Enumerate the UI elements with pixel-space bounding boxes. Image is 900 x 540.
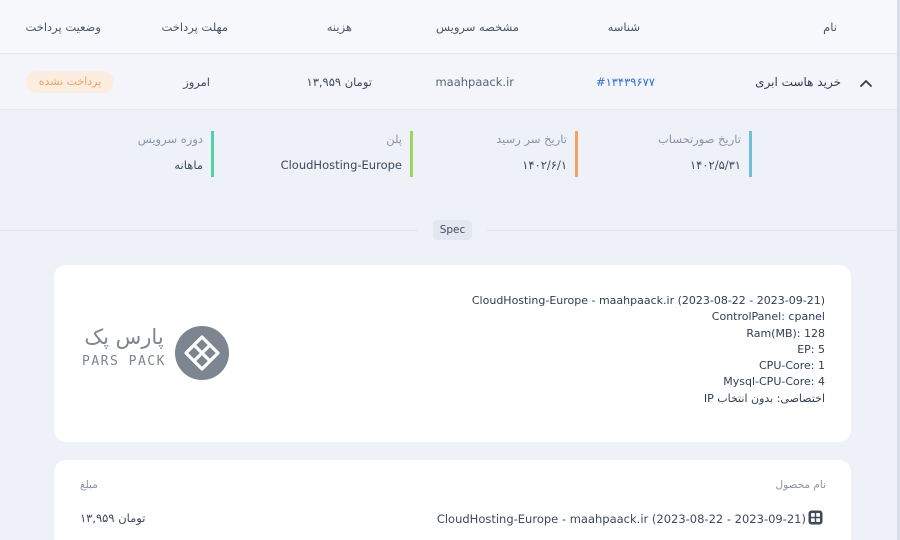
logo-text-en: PARS PACK bbox=[82, 354, 166, 369]
detail-value: ماهانه bbox=[174, 158, 203, 172]
product-icon bbox=[808, 510, 823, 525]
spec-card: CloudHosting-Europe - maahpaack.ir (2023… bbox=[54, 265, 851, 442]
detail-service-period: دوره سرویس ماهانه bbox=[138, 131, 214, 177]
detail-plan: پلن CloudHosting-Europe bbox=[281, 131, 413, 177]
spec-line: CPU-Core: 1 bbox=[759, 359, 825, 373]
detail-invoice-date: تاریخ صورتحساب ۱۴۰۲/۵/۳۱ bbox=[658, 131, 752, 177]
column-header-cost: هزینه bbox=[326, 20, 352, 34]
invoice-due: امروز bbox=[183, 75, 210, 89]
spec-line: Mysql-CPU-Core: 4 bbox=[723, 375, 825, 389]
spec-line: CloudHosting-Europe - maahpaack.ir (2023… bbox=[471, 294, 825, 307]
invoice-name: خرید هاست ابری bbox=[755, 75, 841, 89]
parspack-logo-icon bbox=[175, 326, 229, 380]
detail-label: پلن bbox=[386, 132, 402, 146]
invoice-table-header: نام شناسه مشخصه سرویس هزینه مهلت پرداخت … bbox=[0, 0, 897, 54]
spec-line: ControlPanel: cpanel bbox=[711, 310, 825, 324]
column-header-name: نام bbox=[823, 20, 837, 34]
service-domain: maahpaack.ir bbox=[435, 75, 514, 89]
column-header-service-spec: مشخصه سرویس bbox=[435, 20, 519, 34]
detail-value: CloudHosting-Europe bbox=[280, 158, 402, 172]
detail-value: ۱۴۰۲/۵/۳۱ bbox=[690, 158, 741, 172]
invoice-items-card: نام محصول مبلغ CloudHosting-Europe - maa… bbox=[54, 460, 851, 540]
divider-line bbox=[487, 230, 897, 231]
logo-text-fa: پارس پک bbox=[84, 325, 164, 349]
divider-line bbox=[0, 230, 418, 231]
product-name-header: نام محصول bbox=[775, 479, 826, 491]
product-amount: ۱۳,۹۵۹ تومان bbox=[80, 511, 146, 525]
spec-line: Ram(MB): 128 bbox=[746, 326, 825, 340]
detail-label: تاریخ صورتحساب bbox=[657, 132, 741, 146]
product-name: CloudHosting-Europe - maahpaack.ir (2023… bbox=[436, 512, 806, 526]
invoice-id-link[interactable]: #۱۳۴۳۹۶۷۷ bbox=[596, 75, 655, 89]
amount-header: مبلغ bbox=[80, 479, 98, 491]
status-badge: پرداخت نشده bbox=[26, 71, 114, 93]
spec-line: IP اختصاصی: بدون انتخاب bbox=[703, 391, 825, 405]
spec-tag: Spec bbox=[433, 220, 472, 240]
column-header-id: شناسه bbox=[607, 20, 640, 34]
detail-label: تاریخ سر رسید bbox=[496, 132, 567, 146]
detail-label: دوره سرویس bbox=[137, 132, 203, 146]
chevron-up-icon[interactable] bbox=[859, 77, 873, 89]
invoice-cost: ۱۳,۹۵۹ تومان bbox=[306, 75, 372, 89]
invoice-row[interactable]: خرید هاست ابری #۱۳۴۳۹۶۷۷ maahpaack.ir ۱۳… bbox=[0, 55, 897, 110]
column-header-payment-status: وضعیت پرداخت bbox=[25, 20, 101, 34]
spec-details: CloudHosting-Europe - maahpaack.ir (2023… bbox=[472, 293, 825, 407]
detail-value: ۱۴۰۲/۶/۱ bbox=[522, 158, 567, 172]
detail-due-date: تاریخ سر رسید ۱۴۰۲/۶/۱ bbox=[496, 131, 578, 177]
column-header-due-date: مهلت پرداخت bbox=[161, 20, 228, 34]
spec-line: EP: 5 bbox=[797, 342, 825, 356]
